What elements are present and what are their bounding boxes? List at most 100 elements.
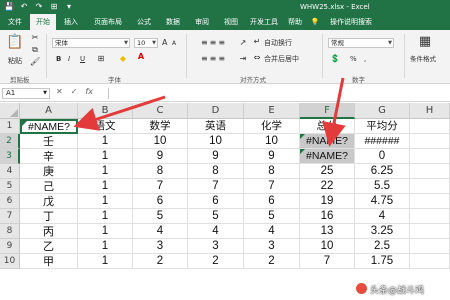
cell-d1[interactable]: 英语	[188, 119, 244, 134]
cell-e9[interactable]: 3	[244, 239, 300, 254]
cell-b7[interactable]: 1	[78, 209, 133, 224]
cell-a1[interactable]: #NAME?	[20, 119, 78, 134]
cell-f5[interactable]: 22	[300, 179, 355, 194]
paste-icon[interactable]: 📋	[6, 34, 24, 54]
column-header-b[interactable]: B	[78, 103, 133, 119]
cancel-icon[interactable]: ✕	[56, 87, 63, 96]
cut-icon[interactable]: ✂	[30, 33, 40, 42]
column-header-g[interactable]: G	[355, 103, 410, 119]
cell-c1[interactable]: 数学	[133, 119, 188, 134]
cell-h2[interactable]	[410, 134, 450, 149]
cell-e6[interactable]: 6	[244, 194, 300, 209]
tab-view[interactable]: 视图	[218, 14, 244, 30]
cell-c3[interactable]: 9	[133, 149, 188, 164]
cell-d6[interactable]: 6	[188, 194, 244, 209]
cell-d7[interactable]: 5	[188, 209, 244, 224]
row-header-2[interactable]: 2	[0, 134, 20, 149]
merge-center-button[interactable]: 合并后居中	[264, 54, 299, 64]
cell-h8[interactable]	[410, 224, 450, 239]
column-header-c[interactable]: C	[133, 103, 188, 119]
cell-c4[interactable]: 8	[133, 164, 188, 179]
select-all-button[interactable]	[0, 103, 20, 119]
cell-g8[interactable]: 3.25	[355, 224, 410, 239]
currency-icon[interactable]: 💲	[330, 54, 340, 63]
tab-formulas[interactable]: 公式	[131, 14, 157, 30]
cell-b2[interactable]: 1	[78, 134, 133, 149]
grow-font-button[interactable]: A	[162, 38, 167, 48]
cell-e7[interactable]: 5	[244, 209, 300, 224]
row-header-7[interactable]: 7	[0, 209, 20, 224]
conditional-format-button[interactable]: 条件格式	[410, 54, 436, 64]
borders-icon[interactable]: ⊞	[96, 54, 106, 63]
enter-icon[interactable]: ✓	[71, 87, 78, 96]
cell-g7[interactable]: 4	[355, 209, 410, 224]
cell-e3[interactable]: 9	[244, 149, 300, 164]
cell-e10[interactable]: 2	[244, 254, 300, 269]
cell-c5[interactable]: 7	[133, 179, 188, 194]
cell-h7[interactable]	[410, 209, 450, 224]
font-color-icon[interactable]: A	[136, 52, 146, 61]
tab-file[interactable]: 文件	[2, 14, 28, 30]
cell-b9[interactable]: 1	[78, 239, 133, 254]
cell-g10[interactable]: 1.75	[355, 254, 410, 269]
cell-d10[interactable]: 2	[188, 254, 244, 269]
cell-e5[interactable]: 7	[244, 179, 300, 194]
orientation-icon[interactable]: ↗	[238, 38, 248, 47]
cell-c2[interactable]: 10	[133, 134, 188, 149]
cell-h5[interactable]	[410, 179, 450, 194]
cell-a8[interactable]: 丙	[20, 224, 78, 239]
cell-a5[interactable]: 己	[20, 179, 78, 194]
italic-button[interactable]: I	[68, 54, 70, 64]
cell-f4[interactable]: 25	[300, 164, 355, 179]
font-name-select[interactable]: 宋体 ▼	[52, 38, 130, 48]
cell-a2[interactable]: 壬	[20, 134, 78, 149]
cell-f9[interactable]: 10	[300, 239, 355, 254]
cell-d8[interactable]: 4	[188, 224, 244, 239]
row-header-8[interactable]: 8	[0, 224, 20, 239]
cell-f7[interactable]: 16	[300, 209, 355, 224]
cell-d4[interactable]: 8	[188, 164, 244, 179]
tab-home[interactable]: 开始	[30, 14, 56, 30]
tell-me-search[interactable]: 操作说明搜索	[321, 14, 381, 30]
cell-b10[interactable]: 1	[78, 254, 133, 269]
row-header-1[interactable]: 1	[0, 119, 20, 134]
cell-f3[interactable]: #NAME?	[300, 149, 355, 164]
cell-f1[interactable]: 总分	[300, 119, 355, 134]
cell-b1[interactable]: 语文	[78, 119, 133, 134]
cell-c6[interactable]: 6	[133, 194, 188, 209]
column-header-a[interactable]: A	[20, 103, 78, 119]
cell-g2[interactable]: ######	[355, 134, 410, 149]
fill-color-icon[interactable]: ◆	[118, 54, 128, 63]
undo-icon[interactable]: ↶	[19, 1, 29, 12]
column-header-e[interactable]: E	[244, 103, 300, 119]
cell-h10[interactable]	[410, 254, 450, 269]
column-header-h[interactable]: H	[410, 103, 450, 119]
cell-a7[interactable]: 丁	[20, 209, 78, 224]
cell-h3[interactable]	[410, 149, 450, 164]
horizontal-align-icons[interactable]: ≡≡≡	[194, 54, 234, 63]
insert-function-icon[interactable]: fx	[85, 87, 93, 96]
cell-h6[interactable]	[410, 194, 450, 209]
row-header-5[interactable]: 5	[0, 179, 20, 194]
cell-b3[interactable]: 1	[78, 149, 133, 164]
tab-page-layout[interactable]: 页面布局	[88, 14, 128, 30]
column-header-d[interactable]: D	[188, 103, 244, 119]
cell-g6[interactable]: 4.75	[355, 194, 410, 209]
copy-icon[interactable]: ⧉	[30, 45, 40, 55]
cell-a10[interactable]: 甲	[20, 254, 78, 269]
number-format-select[interactable]: 常规 ▼	[328, 38, 394, 48]
wrap-text-button[interactable]: 自动换行	[264, 38, 292, 48]
cell-g3[interactable]: 0	[355, 149, 410, 164]
cell-h9[interactable]	[410, 239, 450, 254]
cell-b8[interactable]: 1	[78, 224, 133, 239]
format-painter-icon[interactable]: 🖌	[30, 57, 40, 66]
cell-f6[interactable]: 19	[300, 194, 355, 209]
cell-h4[interactable]	[410, 164, 450, 179]
cell-e2[interactable]: 10	[244, 134, 300, 149]
cell-c9[interactable]: 3	[133, 239, 188, 254]
tab-insert[interactable]: 插入	[58, 14, 84, 30]
cell-b5[interactable]: 1	[78, 179, 133, 194]
percent-button[interactable]: %	[350, 54, 357, 64]
cell-f8[interactable]: 13	[300, 224, 355, 239]
cell-g9[interactable]: 2.5	[355, 239, 410, 254]
